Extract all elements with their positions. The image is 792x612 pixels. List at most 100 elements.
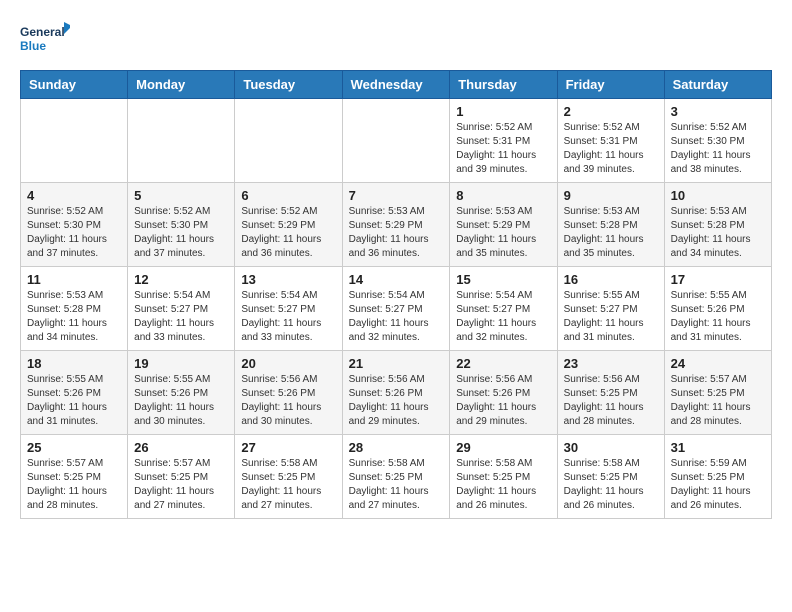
day-info: Sunrise: 5:56 AMSunset: 5:25 PMDaylight:…	[564, 374, 644, 427]
calendar-week-row: 11 Sunrise: 5:53 AMSunset: 5:28 PMDaylig…	[21, 267, 772, 351]
day-info: Sunrise: 5:55 AMSunset: 5:26 PMDaylight:…	[671, 290, 751, 343]
calendar-cell: 29 Sunrise: 5:58 AMSunset: 5:25 PMDaylig…	[450, 435, 557, 519]
day-info: Sunrise: 5:55 AMSunset: 5:26 PMDaylight:…	[134, 374, 214, 427]
col-header-friday: Friday	[557, 71, 664, 99]
calendar-cell: 13 Sunrise: 5:54 AMSunset: 5:27 PMDaylig…	[235, 267, 342, 351]
col-header-saturday: Saturday	[664, 71, 771, 99]
day-info: Sunrise: 5:52 AMSunset: 5:31 PMDaylight:…	[564, 122, 644, 175]
day-info: Sunrise: 5:58 AMSunset: 5:25 PMDaylight:…	[241, 458, 321, 511]
day-info: Sunrise: 5:52 AMSunset: 5:29 PMDaylight:…	[241, 206, 321, 259]
day-number: 9	[564, 188, 658, 203]
calendar-cell: 15 Sunrise: 5:54 AMSunset: 5:27 PMDaylig…	[450, 267, 557, 351]
calendar-week-row: 25 Sunrise: 5:57 AMSunset: 5:25 PMDaylig…	[21, 435, 772, 519]
calendar-cell: 25 Sunrise: 5:57 AMSunset: 5:25 PMDaylig…	[21, 435, 128, 519]
calendar-week-row: 4 Sunrise: 5:52 AMSunset: 5:30 PMDayligh…	[21, 183, 772, 267]
day-info: Sunrise: 5:57 AMSunset: 5:25 PMDaylight:…	[134, 458, 214, 511]
page-header: General Blue	[20, 20, 772, 60]
day-info: Sunrise: 5:54 AMSunset: 5:27 PMDaylight:…	[349, 290, 429, 343]
calendar-cell: 7 Sunrise: 5:53 AMSunset: 5:29 PMDayligh…	[342, 183, 450, 267]
calendar-cell: 28 Sunrise: 5:58 AMSunset: 5:25 PMDaylig…	[342, 435, 450, 519]
day-number: 23	[564, 356, 658, 371]
calendar-cell: 11 Sunrise: 5:53 AMSunset: 5:28 PMDaylig…	[21, 267, 128, 351]
day-number: 11	[27, 272, 121, 287]
day-number: 18	[27, 356, 121, 371]
svg-text:Blue: Blue	[20, 39, 46, 53]
col-header-monday: Monday	[128, 71, 235, 99]
calendar-week-row: 18 Sunrise: 5:55 AMSunset: 5:26 PMDaylig…	[21, 351, 772, 435]
col-header-tuesday: Tuesday	[235, 71, 342, 99]
calendar-cell: 14 Sunrise: 5:54 AMSunset: 5:27 PMDaylig…	[342, 267, 450, 351]
day-number: 29	[456, 440, 550, 455]
day-number: 6	[241, 188, 335, 203]
calendar-cell: 26 Sunrise: 5:57 AMSunset: 5:25 PMDaylig…	[128, 435, 235, 519]
logo-svg: General Blue	[20, 20, 70, 60]
calendar-cell: 9 Sunrise: 5:53 AMSunset: 5:28 PMDayligh…	[557, 183, 664, 267]
calendar-cell: 8 Sunrise: 5:53 AMSunset: 5:29 PMDayligh…	[450, 183, 557, 267]
day-number: 3	[671, 104, 765, 119]
day-number: 12	[134, 272, 228, 287]
day-info: Sunrise: 5:54 AMSunset: 5:27 PMDaylight:…	[456, 290, 536, 343]
day-info: Sunrise: 5:53 AMSunset: 5:28 PMDaylight:…	[564, 206, 644, 259]
day-info: Sunrise: 5:57 AMSunset: 5:25 PMDaylight:…	[27, 458, 107, 511]
calendar-cell: 30 Sunrise: 5:58 AMSunset: 5:25 PMDaylig…	[557, 435, 664, 519]
calendar-week-row: 1 Sunrise: 5:52 AMSunset: 5:31 PMDayligh…	[21, 99, 772, 183]
day-number: 4	[27, 188, 121, 203]
col-header-sunday: Sunday	[21, 71, 128, 99]
calendar-cell: 31 Sunrise: 5:59 AMSunset: 5:25 PMDaylig…	[664, 435, 771, 519]
day-number: 22	[456, 356, 550, 371]
day-info: Sunrise: 5:56 AMSunset: 5:26 PMDaylight:…	[456, 374, 536, 427]
day-number: 5	[134, 188, 228, 203]
day-info: Sunrise: 5:58 AMSunset: 5:25 PMDaylight:…	[456, 458, 536, 511]
day-number: 15	[456, 272, 550, 287]
day-number: 7	[349, 188, 444, 203]
calendar-table: SundayMondayTuesdayWednesdayThursdayFrid…	[20, 70, 772, 519]
day-number: 31	[671, 440, 765, 455]
day-info: Sunrise: 5:52 AMSunset: 5:30 PMDaylight:…	[671, 122, 751, 175]
calendar-cell: 18 Sunrise: 5:55 AMSunset: 5:26 PMDaylig…	[21, 351, 128, 435]
calendar-cell: 24 Sunrise: 5:57 AMSunset: 5:25 PMDaylig…	[664, 351, 771, 435]
logo: General Blue	[20, 20, 70, 60]
day-number: 14	[349, 272, 444, 287]
calendar-cell: 27 Sunrise: 5:58 AMSunset: 5:25 PMDaylig…	[235, 435, 342, 519]
day-info: Sunrise: 5:56 AMSunset: 5:26 PMDaylight:…	[241, 374, 321, 427]
day-number: 27	[241, 440, 335, 455]
day-info: Sunrise: 5:56 AMSunset: 5:26 PMDaylight:…	[349, 374, 429, 427]
calendar-cell	[128, 99, 235, 183]
calendar-cell: 10 Sunrise: 5:53 AMSunset: 5:28 PMDaylig…	[664, 183, 771, 267]
day-info: Sunrise: 5:53 AMSunset: 5:28 PMDaylight:…	[27, 290, 107, 343]
calendar-cell: 19 Sunrise: 5:55 AMSunset: 5:26 PMDaylig…	[128, 351, 235, 435]
day-info: Sunrise: 5:53 AMSunset: 5:29 PMDaylight:…	[456, 206, 536, 259]
calendar-cell: 4 Sunrise: 5:52 AMSunset: 5:30 PMDayligh…	[21, 183, 128, 267]
calendar-cell: 2 Sunrise: 5:52 AMSunset: 5:31 PMDayligh…	[557, 99, 664, 183]
calendar-cell: 3 Sunrise: 5:52 AMSunset: 5:30 PMDayligh…	[664, 99, 771, 183]
calendar-cell: 20 Sunrise: 5:56 AMSunset: 5:26 PMDaylig…	[235, 351, 342, 435]
day-info: Sunrise: 5:55 AMSunset: 5:27 PMDaylight:…	[564, 290, 644, 343]
calendar-cell	[342, 99, 450, 183]
day-number: 2	[564, 104, 658, 119]
calendar-cell: 5 Sunrise: 5:52 AMSunset: 5:30 PMDayligh…	[128, 183, 235, 267]
day-number: 10	[671, 188, 765, 203]
day-info: Sunrise: 5:52 AMSunset: 5:31 PMDaylight:…	[456, 122, 536, 175]
day-number: 20	[241, 356, 335, 371]
col-header-wednesday: Wednesday	[342, 71, 450, 99]
calendar-cell: 12 Sunrise: 5:54 AMSunset: 5:27 PMDaylig…	[128, 267, 235, 351]
day-info: Sunrise: 5:52 AMSunset: 5:30 PMDaylight:…	[27, 206, 107, 259]
day-number: 21	[349, 356, 444, 371]
calendar-cell: 16 Sunrise: 5:55 AMSunset: 5:27 PMDaylig…	[557, 267, 664, 351]
day-number: 24	[671, 356, 765, 371]
day-info: Sunrise: 5:57 AMSunset: 5:25 PMDaylight:…	[671, 374, 751, 427]
day-info: Sunrise: 5:53 AMSunset: 5:29 PMDaylight:…	[349, 206, 429, 259]
day-info: Sunrise: 5:59 AMSunset: 5:25 PMDaylight:…	[671, 458, 751, 511]
calendar-cell: 1 Sunrise: 5:52 AMSunset: 5:31 PMDayligh…	[450, 99, 557, 183]
calendar-cell: 22 Sunrise: 5:56 AMSunset: 5:26 PMDaylig…	[450, 351, 557, 435]
day-number: 26	[134, 440, 228, 455]
day-info: Sunrise: 5:58 AMSunset: 5:25 PMDaylight:…	[349, 458, 429, 511]
day-number: 19	[134, 356, 228, 371]
day-number: 1	[456, 104, 550, 119]
day-number: 25	[27, 440, 121, 455]
day-info: Sunrise: 5:55 AMSunset: 5:26 PMDaylight:…	[27, 374, 107, 427]
day-number: 8	[456, 188, 550, 203]
calendar-header-row: SundayMondayTuesdayWednesdayThursdayFrid…	[21, 71, 772, 99]
calendar-cell: 21 Sunrise: 5:56 AMSunset: 5:26 PMDaylig…	[342, 351, 450, 435]
day-number: 30	[564, 440, 658, 455]
